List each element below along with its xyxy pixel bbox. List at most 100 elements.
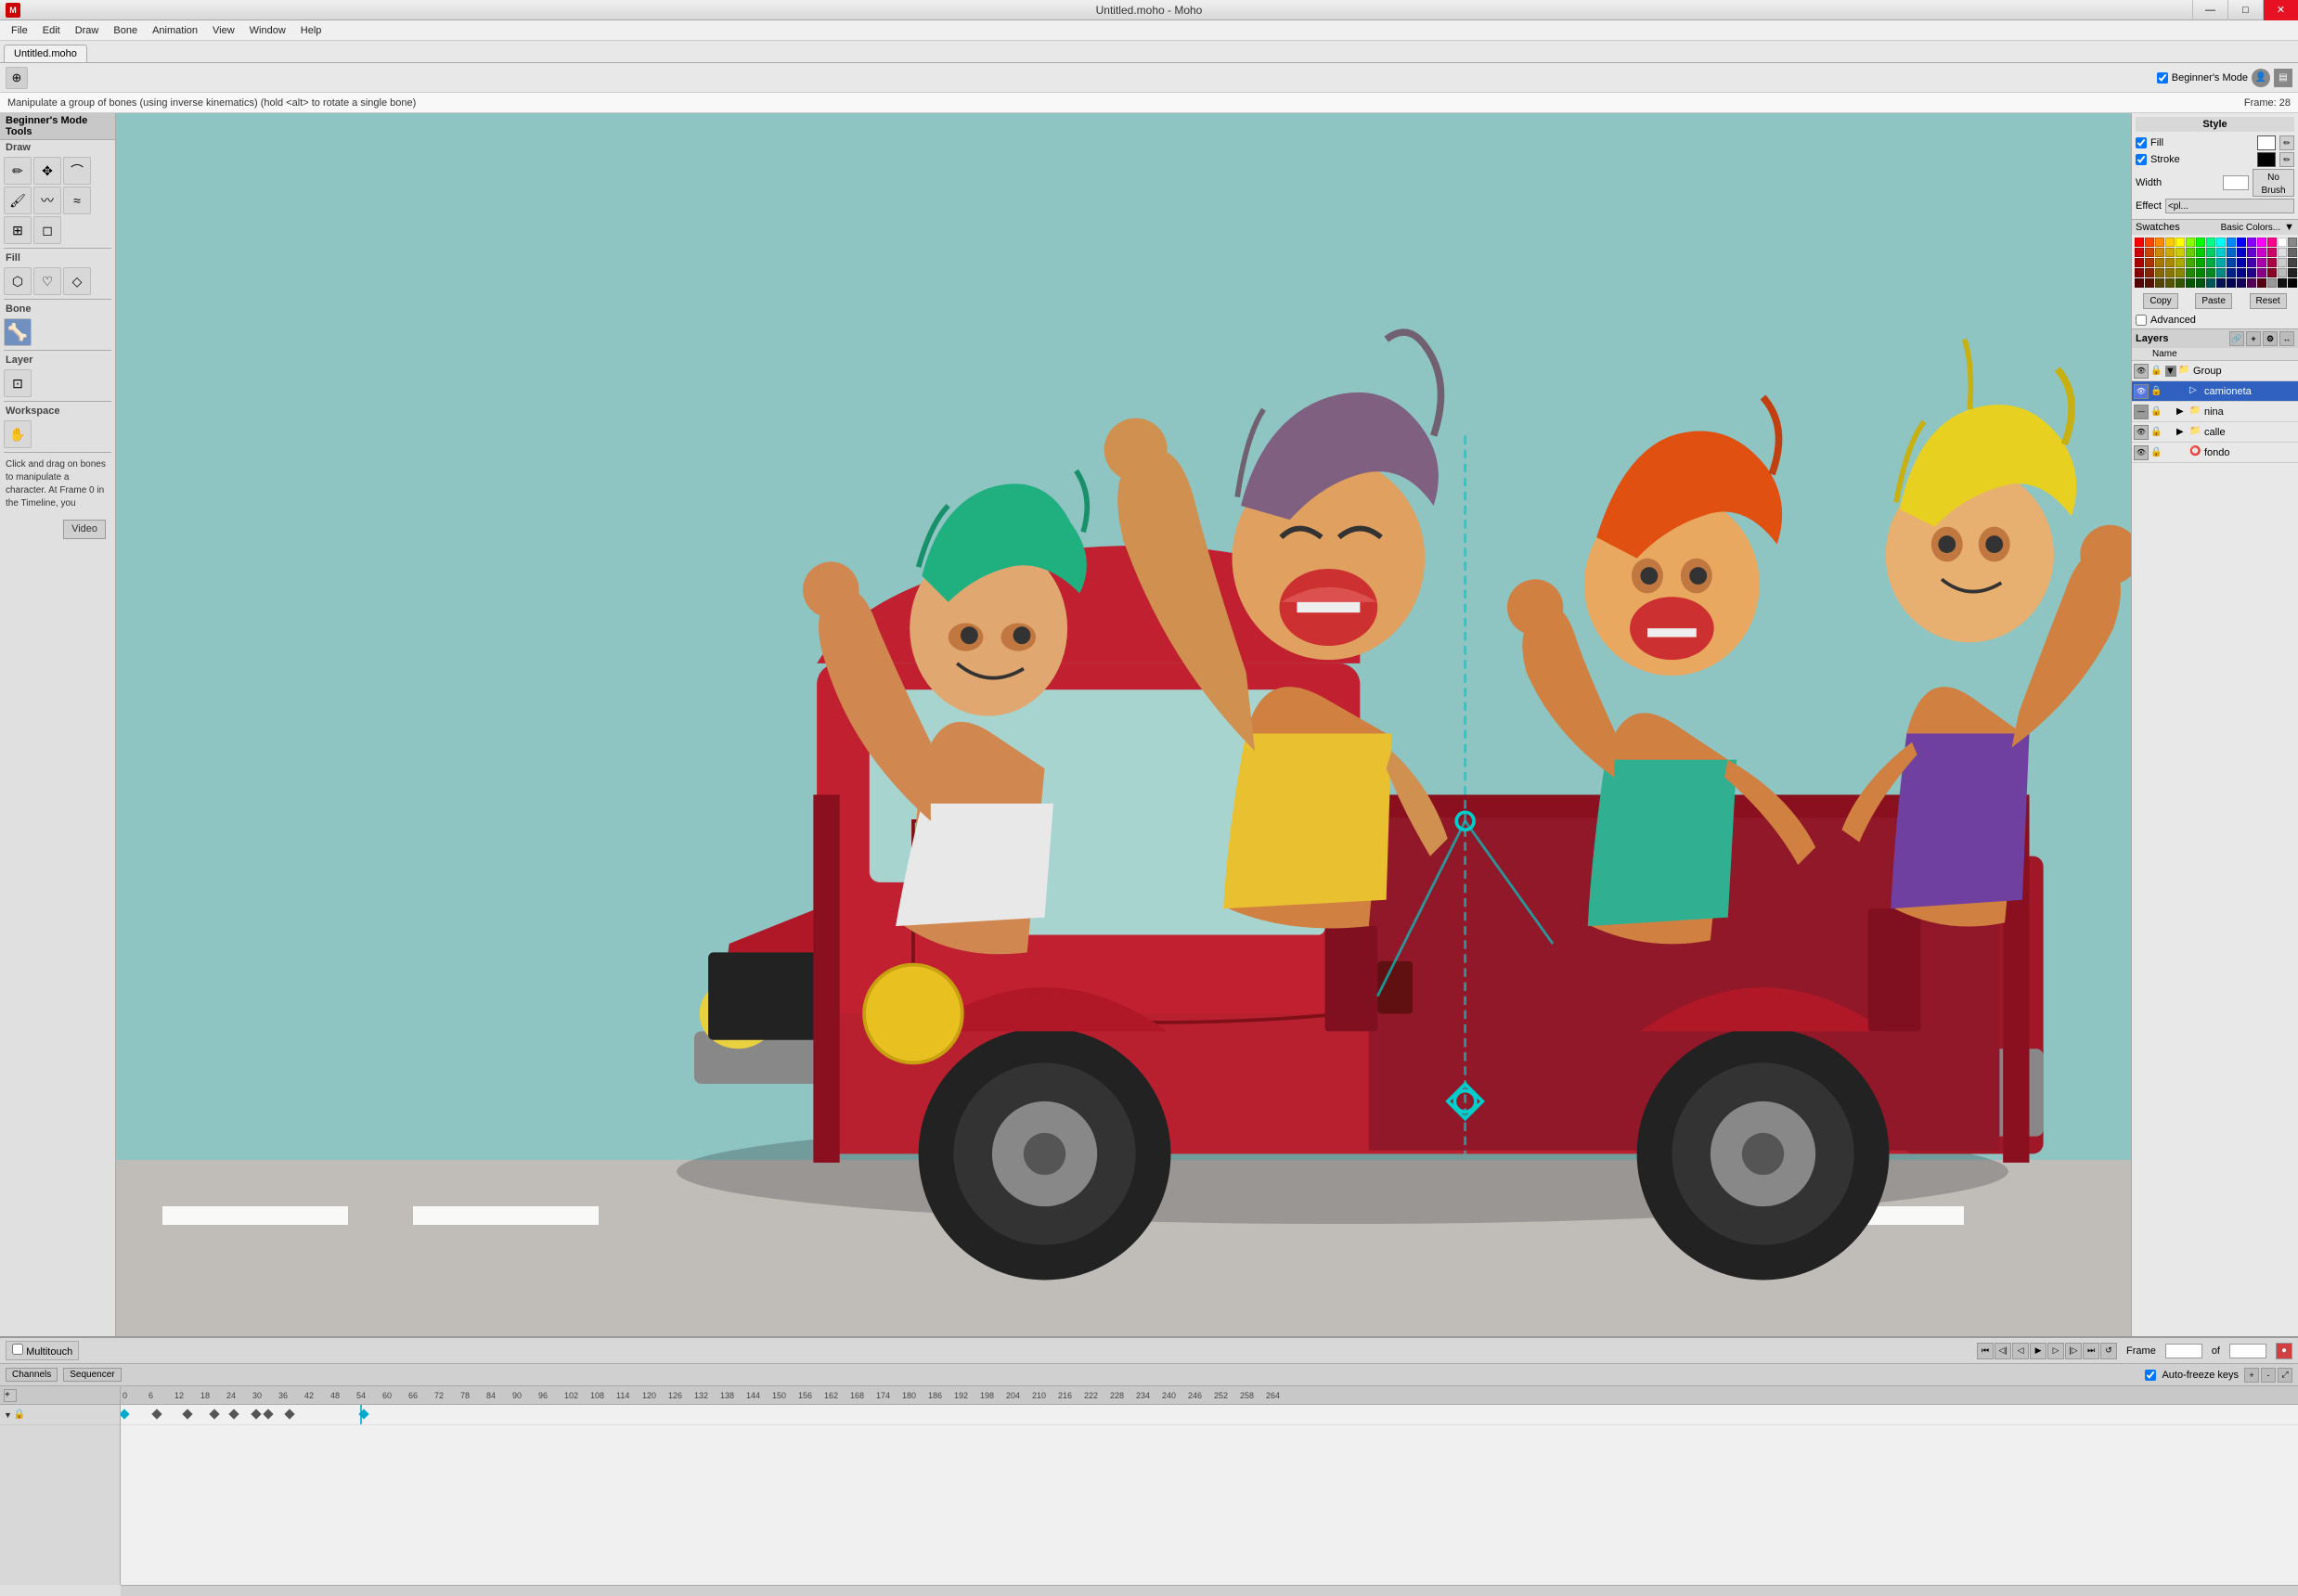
go-start-button[interactable]: ⏮	[1977, 1343, 1994, 1359]
swatch-cell-15[interactable]	[2288, 238, 2297, 247]
reset-button[interactable]: Reset	[2250, 293, 2287, 309]
keyframe-7[interactable]	[284, 1409, 294, 1419]
tool-curve[interactable]: ⌒	[63, 157, 91, 185]
menu-item-animation[interactable]: Animation	[145, 23, 205, 38]
menu-item-draw[interactable]: Draw	[68, 23, 107, 38]
tool-fill-bucket[interactable]: ⬡	[4, 267, 32, 295]
keyframe-5[interactable]	[251, 1409, 261, 1419]
swatch-cell-10[interactable]	[2237, 238, 2246, 247]
swatch-cell-23[interactable]	[2206, 248, 2215, 257]
swatch-cell-32[interactable]	[2135, 258, 2144, 267]
tl-fit[interactable]: ⤢	[2278, 1368, 2292, 1383]
keyframe-2[interactable]	[182, 1409, 192, 1419]
swatch-cell-40[interactable]	[2216, 258, 2226, 267]
swatch-cell-31[interactable]	[2288, 248, 2297, 257]
swatch-cell-72[interactable]	[2216, 278, 2226, 288]
swatch-cell-5[interactable]	[2186, 238, 2195, 247]
channels-tab[interactable]: Channels	[6, 1368, 58, 1382]
nina-expand-icon[interactable]: ▶	[2176, 406, 2188, 417]
tool-hand[interactable]: ✋	[4, 420, 32, 448]
layer-lock-calle[interactable]: 🔒	[2150, 427, 2165, 437]
tool-move[interactable]: ✥	[33, 157, 61, 185]
swatch-cell-71[interactable]	[2206, 278, 2215, 288]
keyframe-3[interactable]	[209, 1409, 219, 1419]
swatch-cell-3[interactable]	[2165, 238, 2175, 247]
swatch-cell-21[interactable]	[2186, 248, 2195, 257]
swatch-cell-11[interactable]	[2247, 238, 2256, 247]
swatch-cell-50[interactable]	[2155, 268, 2164, 277]
swatch-cell-60[interactable]	[2257, 268, 2266, 277]
prev-frame-button[interactable]: ◁	[2012, 1343, 2029, 1359]
swatch-cell-33[interactable]	[2145, 258, 2154, 267]
layer-vis-nina[interactable]: ―	[2134, 405, 2149, 419]
layer-row-calle[interactable]: 👁 🔒 ▶ 📁 calle	[2132, 422, 2298, 443]
layer-add-icon[interactable]: +	[2246, 331, 2261, 346]
swatch-cell-6[interactable]	[2196, 238, 2205, 247]
tool-fill-shape[interactable]: ♡	[33, 267, 61, 295]
swatch-cell-13[interactable]	[2267, 238, 2277, 247]
stroke-color-swatch[interactable]	[2257, 152, 2276, 167]
horizontal-scrollbar[interactable]	[121, 1585, 2298, 1596]
swatch-cell-75[interactable]	[2247, 278, 2256, 288]
layer-row-nina[interactable]: ― 🔒 ▶ 📁 nina	[2132, 402, 2298, 422]
swatch-cell-43[interactable]	[2247, 258, 2256, 267]
swatches-preset[interactable]: Basic Colors...	[2221, 223, 2280, 233]
width-input[interactable]: 9	[2223, 175, 2249, 190]
fill-color-swatch[interactable]	[2257, 135, 2276, 150]
tool-select[interactable]: ◻	[33, 216, 61, 244]
multitouch-checkbox[interactable]	[12, 1344, 23, 1355]
group-expand-icon[interactable]: ▼	[2165, 366, 2176, 377]
swatch-cell-35[interactable]	[2165, 258, 2175, 267]
tl-zoom-in[interactable]: +	[2244, 1368, 2259, 1383]
swatch-cell-36[interactable]	[2175, 258, 2185, 267]
swatch-cell-69[interactable]	[2186, 278, 2195, 288]
keyframe-4[interactable]	[228, 1409, 239, 1419]
swatch-cell-4[interactable]	[2175, 238, 2185, 247]
swatch-cell-62[interactable]	[2278, 268, 2287, 277]
swatch-cell-49[interactable]	[2145, 268, 2154, 277]
swatch-cell-30[interactable]	[2278, 248, 2287, 257]
tool-warp[interactable]: 〰	[33, 187, 61, 214]
swatch-cell-79[interactable]	[2288, 278, 2297, 288]
swatch-cell-46[interactable]	[2278, 258, 2287, 267]
swatch-cell-7[interactable]	[2206, 238, 2215, 247]
swatch-cell-77[interactable]	[2267, 278, 2277, 288]
swatch-cell-52[interactable]	[2175, 268, 2185, 277]
tool-bone-manipulate[interactable]: 🦴	[4, 318, 32, 346]
no-brush-button[interactable]: NoBrush	[2253, 169, 2294, 197]
maximize-button[interactable]: □	[2227, 0, 2263, 20]
menu-item-bone[interactable]: Bone	[106, 23, 145, 38]
swatch-cell-65[interactable]	[2145, 278, 2154, 288]
swatch-cell-78[interactable]	[2278, 278, 2287, 288]
tool-fill-gradient[interactable]: ◇	[63, 267, 91, 295]
swatch-cell-64[interactable]	[2135, 278, 2144, 288]
menu-item-file[interactable]: File	[4, 23, 35, 38]
swatch-cell-41[interactable]	[2227, 258, 2236, 267]
swatch-cell-55[interactable]	[2206, 268, 2215, 277]
swatch-cell-51[interactable]	[2165, 268, 2175, 277]
swatch-cell-56[interactable]	[2216, 268, 2226, 277]
channel-lock[interactable]: 🔒	[14, 1409, 25, 1420]
swatch-cell-70[interactable]	[2196, 278, 2205, 288]
stroke-edit-icon[interactable]: ✏	[2279, 152, 2294, 167]
layer-vis-group[interactable]: 👁	[2134, 364, 2149, 379]
layer-settings-icon[interactable]: ⚙	[2263, 331, 2278, 346]
play-button[interactable]: ▶	[2030, 1343, 2046, 1359]
swatch-cell-34[interactable]	[2155, 258, 2164, 267]
tool-pencil[interactable]: ✏	[4, 157, 32, 185]
swatch-cell-74[interactable]	[2237, 278, 2246, 288]
layer-row-group[interactable]: 👁 🔒 ▼ 📁 Group	[2132, 361, 2298, 381]
prev-key-button[interactable]: ◁|	[1995, 1343, 2011, 1359]
swatch-cell-37[interactable]	[2186, 258, 2195, 267]
swatch-cell-12[interactable]	[2257, 238, 2266, 247]
tool-brush[interactable]: 🖌	[4, 187, 32, 214]
fill-checkbox[interactable]	[2136, 137, 2147, 148]
layer-link-icon[interactable]: 🔗	[2229, 331, 2244, 346]
tool-noise[interactable]: ≈	[63, 187, 91, 214]
swatch-cell-45[interactable]	[2267, 258, 2277, 267]
swatch-cell-76[interactable]	[2257, 278, 2266, 288]
video-button[interactable]: Video	[63, 520, 106, 539]
swatch-cell-67[interactable]	[2165, 278, 2175, 288]
current-frame-input[interactable]: 28	[2165, 1344, 2202, 1358]
swatch-cell-22[interactable]	[2196, 248, 2205, 257]
